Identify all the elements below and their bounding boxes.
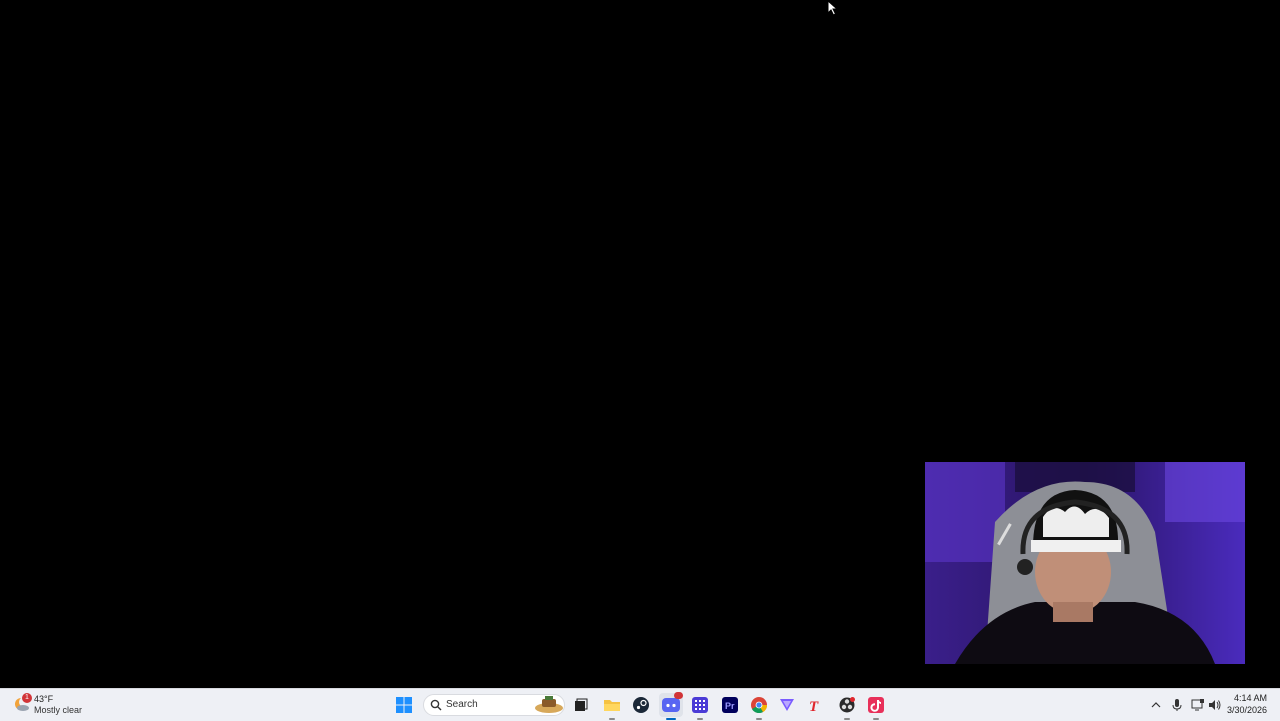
webcam-overlay: [925, 462, 1245, 664]
app-grid-button[interactable]: [688, 693, 712, 720]
weather-temperature: 43°F: [34, 694, 54, 704]
search-highlight-art-icon: [535, 696, 563, 713]
desktop: [0, 0, 1280, 688]
microphone-icon[interactable]: [1171, 698, 1183, 712]
triangle-icon: [780, 699, 794, 711]
svg-text:Pr: Pr: [725, 701, 735, 711]
steam-button[interactable]: [629, 693, 653, 717]
clock-time[interactable]: 4:14 AM: [1234, 693, 1267, 703]
search-box[interactable]: Search: [423, 694, 565, 716]
grid-icon: [692, 697, 708, 713]
svg-text:T: T: [809, 699, 819, 713]
mouse-cursor-icon: [827, 0, 839, 16]
typing-app-button[interactable]: T: [802, 693, 826, 717]
clock-date[interactable]: 3/30/2026: [1227, 705, 1267, 715]
file-explorer-button[interactable]: [600, 693, 624, 720]
tiktok-icon: [868, 697, 884, 713]
start-button[interactable]: [392, 693, 416, 717]
notification-badge: [674, 692, 683, 699]
vpn-button[interactable]: [775, 693, 799, 717]
chevron-up-icon[interactable]: [1150, 698, 1162, 712]
network-icon[interactable]: [1191, 698, 1205, 712]
obs-icon: [839, 697, 855, 713]
task-view-icon: [575, 698, 588, 711]
chrome-icon: [751, 697, 767, 713]
volume-icon[interactable]: [1208, 698, 1222, 712]
search-placeholder: Search: [446, 699, 478, 710]
steam-icon: [633, 697, 649, 713]
chrome-button[interactable]: [747, 693, 771, 720]
tiktok-button[interactable]: [864, 693, 888, 720]
obs-button[interactable]: [835, 693, 859, 720]
taskbar: 1 43°F Mostly clear Search Pr T 4:14 AM …: [0, 688, 1280, 721]
windows-logo-icon: [396, 697, 412, 713]
weather-alert-badge: 1: [22, 693, 32, 703]
weather-condition: Mostly clear: [34, 705, 83, 715]
premiere-pro-button[interactable]: Pr: [718, 693, 742, 717]
search-icon: [430, 699, 442, 711]
folder-icon: [604, 700, 620, 711]
discord-icon: [662, 698, 680, 712]
discord-button[interactable]: [659, 692, 683, 720]
premiere-icon: Pr: [722, 697, 738, 713]
task-view-button[interactable]: [569, 693, 593, 717]
t-icon: T: [809, 699, 819, 713]
